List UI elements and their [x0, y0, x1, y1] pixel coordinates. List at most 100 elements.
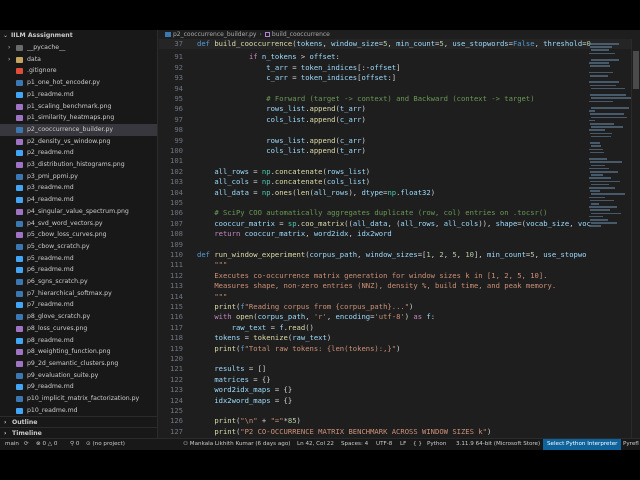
code-token: """	[214, 260, 228, 270]
code-line[interactable]: 95 # Forward (target -> context) and Bac…	[159, 94, 640, 104]
code-line[interactable]: 116 with open(corpus_path, 'r', encoding…	[159, 312, 640, 322]
code-line[interactable]: 100 cols_list.append(t_arr)	[159, 146, 640, 156]
git-blame[interactable]: ⚇ Mankala Likhith Kumar (6 days ago)	[183, 439, 290, 450]
code-line[interactable]: 101	[159, 156, 640, 166]
file-item[interactable]: p8_readme.md	[0, 335, 157, 347]
code-line[interactable]: 105	[159, 198, 640, 208]
code-line[interactable]: 118 tokens = tokenize(raw_text)	[159, 333, 640, 343]
file-item[interactable]: p8_weighting_function.png	[0, 346, 157, 358]
file-item[interactable]: p2_density_vs_window.png	[0, 136, 157, 148]
language-mode[interactable]: Python	[427, 439, 446, 450]
code-line[interactable]: 107 cooccur_matrix = sp.coo_matrix((all_…	[159, 219, 640, 229]
code-line[interactable]: 109	[159, 240, 640, 250]
select-interpreter-button[interactable]: Select Python Interpreter	[543, 439, 622, 450]
code-line[interactable]: 108 return cooccur_matrix, word2idx, idx…	[159, 229, 640, 239]
file-item[interactable]: p1_similarity_heatmaps.png	[0, 112, 157, 124]
pyrefly-status[interactable]: Pyrefl	[623, 439, 639, 450]
file-item[interactable]: p3_pmi_ppmi.py	[0, 171, 157, 183]
python-interpreter[interactable]: 3.11.9 64-bit (Microsoft Store)	[456, 439, 540, 450]
explorer-root-folder[interactable]: ⌄ IILM Asssignment	[0, 30, 157, 42]
code-line[interactable]: 125	[159, 406, 640, 416]
file-item[interactable]: p9_readme.md	[0, 381, 157, 393]
outline-section[interactable]: › Outline	[0, 416, 157, 427]
code-line[interactable]: 96 rows_list.append(t_arr)	[159, 104, 640, 114]
file-item[interactable]: p6_readme.md	[0, 264, 157, 276]
sticky-scroll-line[interactable]: 37 def build_cooccurrence(tokens, window_…	[159, 39, 640, 50]
code-line[interactable]: 99 rows_list.append(c_arr)	[159, 136, 640, 146]
code-line[interactable]: 119 print(f"Total raw tokens: {len(token…	[159, 344, 640, 354]
code-line[interactable]: 113 Measures shape, non-zero entries (NN…	[159, 281, 640, 291]
code-line[interactable]: 102 all_rows = np.concatenate(rows_list)	[159, 167, 640, 177]
code-line[interactable]: 103 all_cols = np.concatenate(cols_list)	[159, 177, 640, 187]
file-item[interactable]: p9_evaluation_suite.py	[0, 370, 157, 382]
code-line[interactable]: 112 Executes co-occurrence matrix genera…	[159, 271, 640, 281]
code-line[interactable]: 114 """	[159, 292, 640, 302]
cursor-position[interactable]: Ln 42, Col 22	[297, 439, 334, 450]
code-line[interactable]: 91 if n_tokens > offset:	[159, 52, 640, 62]
code-line[interactable]: 98	[159, 125, 640, 135]
indentation[interactable]: Spaces: 4	[341, 439, 368, 450]
file-item[interactable]: p5_cbow_loss_curves.png	[0, 229, 157, 241]
braces-icon[interactable]: { }	[413, 439, 422, 450]
code-line[interactable]: 123 word2idx_maps = {}	[159, 385, 640, 395]
breadcrumb-file[interactable]: p2_cooccurrence_builder.py	[173, 31, 256, 38]
file-item[interactable]: p5_readme.md	[0, 253, 157, 265]
minimap-line	[591, 97, 631, 99]
line-text: results = []	[197, 364, 266, 374]
problems-indicator[interactable]: ⊗ 0 △ 0	[36, 439, 57, 450]
timeline-section[interactable]: › Timeline	[0, 427, 157, 438]
code-line[interactable]: 97 cols_list.append(c_arr)	[159, 115, 640, 125]
file-item[interactable]: p3_distribution_histograms.png	[0, 159, 157, 171]
code-line[interactable]: 92 t_arr = token_indices[:-offset]	[159, 63, 640, 73]
file-item[interactable]: .gitignore	[0, 65, 157, 77]
code-line[interactable]: 124 idx2word_maps = {}	[159, 396, 640, 406]
file-item[interactable]: p2_cooccurrence_builder.py	[0, 123, 157, 136]
minimap-line	[591, 87, 625, 90]
code-line[interactable]: 121 results = []	[159, 364, 640, 374]
code-line[interactable]: 110 def run_window_experiment(corpus_path…	[159, 250, 640, 260]
code-line[interactable]: 117 raw_text = f.read()	[159, 323, 640, 333]
file-item[interactable]: p5_cbow_scratch.py	[0, 241, 157, 253]
code-line[interactable]: 126 print("\n" + "="*85)	[159, 416, 640, 426]
file-item[interactable]: p7_readme.md	[0, 299, 157, 311]
ports-indicator[interactable]: ⚲ 0	[70, 439, 79, 450]
file-item[interactable]: p2_readme.md	[0, 147, 157, 159]
file-item[interactable]: p1_scaling_benchmark.png	[0, 101, 157, 113]
file-item[interactable]: p3_readme.md	[0, 182, 157, 194]
file-item[interactable]: p9_2d_semantic_clusters.png	[0, 358, 157, 370]
file-item[interactable]: p4_readme.md	[0, 194, 157, 206]
code-line[interactable]: 94	[159, 84, 640, 94]
file-item[interactable]: p8_glove_scratch.py	[0, 311, 157, 323]
file-item[interactable]: p10_readme.md	[0, 405, 157, 417]
file-item[interactable]: p4_svd_word_vectors.py	[0, 218, 157, 230]
minimap[interactable]	[587, 39, 631, 438]
file-item[interactable]: p1_one_hot_encoder.py	[0, 77, 157, 89]
folder-item[interactable]: › __pycache__	[0, 42, 157, 54]
code-line[interactable]: 106 # SciPy COO automatically aggregates…	[159, 208, 640, 218]
code-area[interactable]: 37 def build_cooccurrence(tokens, window_…	[159, 39, 640, 438]
file-item[interactable]: p1_readme.md	[0, 89, 157, 101]
code-line[interactable]: 111 """	[159, 260, 640, 270]
file-item[interactable]: p4_singular_value_spectrum.png	[0, 206, 157, 218]
project-indicator[interactable]: ⊙ (no project)	[86, 439, 125, 450]
folder-item[interactable]: › data	[0, 54, 157, 66]
code-line[interactable]: 120	[159, 354, 640, 364]
scrollbar-thumb[interactable]	[633, 51, 639, 89]
file-item[interactable]: p8_loss_curves.png	[0, 323, 157, 335]
python-file-icon	[16, 290, 23, 297]
file-item[interactable]: p7_hierarchical_softmax.py	[0, 288, 157, 300]
code-line[interactable]: 122 matrices = {}	[159, 375, 640, 385]
code-line[interactable]: 115 print(f"Reading corpus from {corpus_…	[159, 302, 640, 312]
code-line[interactable]: 104 all_data = np.ones(len(all_rows), dt…	[159, 188, 640, 198]
code-editor[interactable]: p2_cooccurrence_builder.py › build_cooccur…	[159, 30, 640, 438]
file-item[interactable]: p6_sgns_scratch.py	[0, 276, 157, 288]
code-line[interactable]: 127 print("P2 CO-OCCURRENCE MATRIX BENCH…	[159, 427, 640, 437]
file-item[interactable]: p10_implicit_matrix_factorization.py	[0, 393, 157, 405]
encoding[interactable]: UTF-8	[376, 439, 392, 450]
breadcrumb-symbol[interactable]: build_cooccurrence	[272, 31, 330, 38]
code-line[interactable]: 93 c_arr = token_indices[offset:]	[159, 73, 640, 83]
branch-indicator[interactable]: main	[5, 439, 19, 450]
sync-icon[interactable]: ⟳	[24, 439, 29, 450]
end-of-line[interactable]: LF	[400, 439, 406, 450]
vertical-scrollbar[interactable]	[631, 39, 640, 438]
